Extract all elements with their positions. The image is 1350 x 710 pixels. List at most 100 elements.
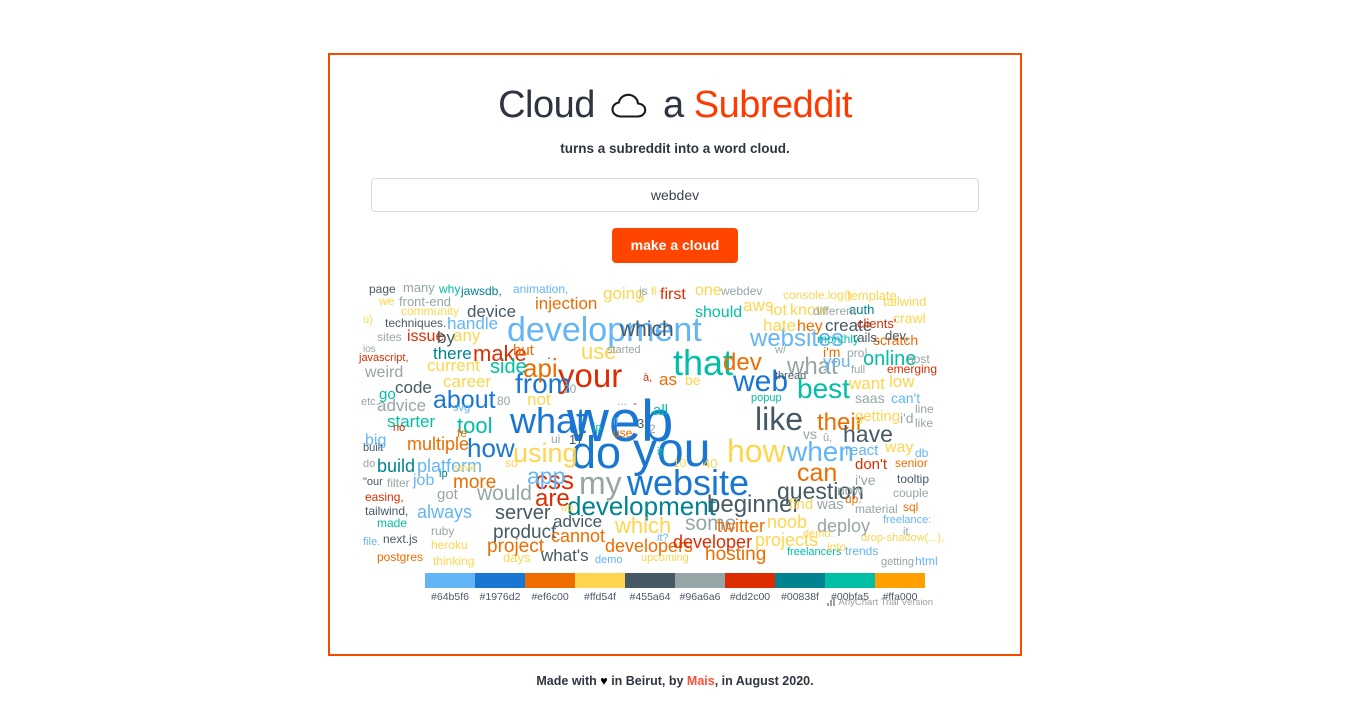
cloud-word[interactable]: first [660, 286, 686, 303]
cloud-word[interactable]: 3 [637, 417, 644, 430]
cloud-word[interactable]: fe [457, 427, 467, 439]
cloud-word[interactable]: ui [551, 433, 560, 445]
cloud-word[interactable]: next.js [383, 533, 418, 545]
cloud-word[interactable]: we [379, 295, 394, 307]
cloud-word[interactable]: career [443, 373, 491, 390]
cloud-word[interactable]: all [653, 403, 668, 418]
cloud-word[interactable]: one [695, 282, 722, 299]
cloud-word[interactable]: ip [439, 468, 448, 480]
cloud-word[interactable]: upcoming [641, 552, 689, 564]
cloud-word[interactable]: ip. [593, 422, 605, 434]
cloud-word[interactable]: thinking [433, 555, 474, 567]
cloud-word[interactable]: many [403, 281, 435, 294]
cloud-word[interactable]: easing, [365, 491, 404, 503]
cloud-word[interactable]: w/ [775, 344, 786, 356]
cloud-word[interactable]: ù) [363, 314, 373, 326]
cloud-word[interactable]: like [915, 417, 933, 429]
cloud-word[interactable]: aws [743, 297, 773, 314]
cloud-word[interactable]: html [915, 555, 938, 567]
cloud-word[interactable]: - [633, 397, 637, 409]
cloud-word[interactable]: use [613, 427, 632, 439]
cloud-word[interactable]: vs [803, 427, 817, 441]
cloud-word[interactable]: dev, [885, 329, 909, 342]
cloud-word[interactable]: webdev [721, 285, 762, 297]
cloud-word[interactable]: what's [541, 547, 589, 564]
cloud-word[interactable]: ruby [431, 525, 454, 537]
cloud-word[interactable]: crawl [893, 311, 926, 325]
cloud-word[interactable]: javascript, [359, 352, 409, 364]
cloud-word[interactable]: go [379, 387, 396, 402]
cloud-word[interactable]: advice [553, 513, 602, 530]
cloud-word[interactable]: weird [365, 364, 403, 381]
legend-swatch[interactable] [425, 572, 475, 588]
cloud-word[interactable]: û, [823, 432, 832, 444]
legend-swatch[interactable] [825, 572, 875, 588]
cloud-word[interactable]: like [755, 403, 803, 435]
cloud-word[interactable]: freelance: [883, 514, 931, 526]
cloud-word[interactable]: not [527, 391, 551, 408]
cloud-word[interactable]: demo [595, 554, 623, 566]
legend-swatch[interactable] [875, 572, 925, 588]
cloud-word[interactable]: but [513, 343, 534, 358]
cloud-word[interactable]: how [727, 435, 786, 467]
cloud-word[interactable]: etc. [361, 396, 379, 408]
cloud-word[interactable]: tooltip [897, 473, 929, 485]
cloud-word[interactable]: which [620, 319, 674, 340]
cloud-word[interactable]: 2 [649, 423, 656, 435]
cloud-word[interactable]: . [547, 347, 551, 361]
cloud-word[interactable]: page [369, 283, 396, 295]
legend-swatch[interactable] [725, 572, 775, 588]
cloud-word[interactable]: into [827, 541, 846, 553]
cloud-word[interactable]: why [439, 283, 460, 295]
cloud-word[interactable]: injection [535, 295, 597, 312]
cloud-word[interactable]: hate [763, 317, 796, 334]
legend-swatch[interactable] [575, 572, 625, 588]
cloud-word[interactable]: build [377, 457, 415, 475]
author-link[interactable]: Mais [687, 674, 715, 688]
cloud-word[interactable]: do [363, 458, 375, 470]
cloud-word[interactable]: front-end [399, 295, 451, 308]
cloud-word[interactable]: svg [453, 402, 470, 414]
cloud-word[interactable]: template [847, 289, 897, 302]
cloud-word[interactable]: thread [775, 370, 806, 382]
cloud-word[interactable]: dev [723, 350, 762, 375]
cloud-word[interactable]: should [695, 304, 742, 321]
cloud-word[interactable]: up [561, 502, 573, 514]
cloud-word[interactable]: 40 [703, 457, 717, 470]
cloud-word[interactable]: filter [387, 477, 410, 489]
legend-swatch[interactable] [475, 572, 525, 588]
cloud-word[interactable]: job [413, 472, 434, 489]
cloud-word[interactable]: pro! [847, 347, 868, 359]
cloud-word[interactable]: saas [855, 391, 885, 405]
legend-swatch[interactable] [775, 572, 825, 588]
legend-swatch[interactable] [625, 572, 675, 588]
cloud-word[interactable]: tailwind, [365, 505, 408, 517]
subreddit-input[interactable] [371, 177, 979, 212]
cloud-word[interactable]: 20 [563, 383, 576, 395]
cloud-word[interactable]: big [365, 432, 386, 449]
cloud-word[interactable]: à, [643, 372, 652, 384]
cloud-word[interactable]: no [393, 422, 405, 434]
cloud-word[interactable]: 10 [673, 457, 686, 469]
cloud-word[interactable]: be [685, 373, 701, 387]
cloud-word[interactable]: trends [845, 545, 878, 557]
cloud-word[interactable]: app [527, 464, 565, 488]
cloud-word[interactable]: file. [363, 536, 380, 548]
cloud-word[interactable]: as [659, 371, 677, 388]
cloud-word[interactable]: it [657, 446, 663, 458]
cloud-word[interactable]: server [495, 503, 551, 523]
cloud-word[interactable]: any [453, 327, 480, 344]
cloud-word[interactable]: 80 [497, 395, 510, 407]
cloud-word[interactable]: emerging [887, 363, 937, 375]
legend-swatch[interactable] [525, 572, 575, 588]
cloud-word[interactable]: i'm [823, 345, 840, 359]
cloud-word[interactable]: days [503, 551, 530, 564]
cloud-word[interactable]: got [437, 487, 458, 502]
cloud-word[interactable]: line [915, 403, 934, 415]
cloud-word[interactable]: animation, [513, 283, 568, 295]
cloud-word[interactable]: up. [845, 493, 862, 505]
cloud-word[interactable]: postgres [377, 551, 423, 563]
cloud-word[interactable]: always [417, 503, 472, 521]
cloud-word[interactable]: techniques. [385, 317, 446, 329]
cloud-word[interactable]: device [467, 303, 516, 320]
